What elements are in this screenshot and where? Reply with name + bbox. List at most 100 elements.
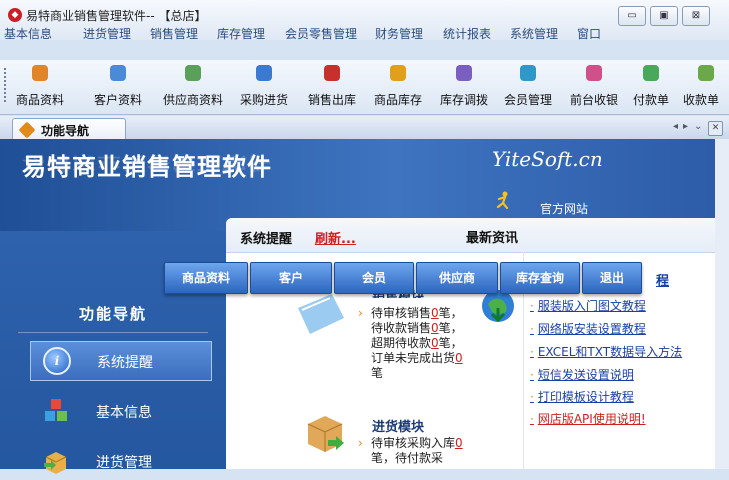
quick-button-bar: 商品资料 客户 会员 供应商 库存查询 退出 — [164, 262, 642, 294]
sales-pending-receipt-count[interactable]: 0 — [431, 321, 439, 335]
receipt-icon — [698, 65, 714, 81]
cashier-icon — [586, 65, 602, 81]
toolbar-receipt[interactable]: 收款单 — [683, 60, 729, 114]
toolbar-label: 收款单 — [683, 93, 720, 107]
goods-icon — [32, 65, 48, 81]
tab-scroll-left-icon[interactable]: ◂ — [673, 121, 678, 132]
purchase-icon — [256, 65, 272, 81]
toolbar-inventory[interactable]: 商品库存 — [368, 60, 428, 114]
sales-out-icon — [324, 65, 340, 81]
toolbar-customers[interactable]: 客户资料 — [88, 60, 148, 114]
tab-label: 功能导航 — [41, 124, 90, 138]
news-item[interactable]: · 网络版安装设置教程 — [530, 320, 646, 337]
sidebar-item-basic-info[interactable]: 基本信息 — [30, 392, 210, 430]
toolbar-member[interactable]: 会员管理 — [498, 60, 558, 114]
nav-tab-icon — [18, 121, 36, 139]
quick-goods-button[interactable]: 商品资料 — [164, 262, 248, 294]
tab-close-icon[interactable]: ✕ — [708, 121, 723, 136]
news-item-text: 打印模板设计教程 — [537, 390, 634, 404]
info-icon: i — [43, 347, 71, 375]
toolbar-transfer[interactable]: 库存调拨 — [434, 60, 494, 114]
news-item-text: EXCEL和TXT数据导入方法 — [537, 345, 683, 359]
tab-list-icon[interactable]: ⌄ — [694, 121, 702, 132]
supplier-icon — [185, 65, 201, 81]
transfer-icon — [456, 65, 472, 81]
menu-finance[interactable]: 财务管理 — [375, 25, 423, 42]
purchase-pending-audit-count[interactable]: 0 — [455, 436, 463, 450]
purchase-box-icon — [44, 452, 67, 474]
menu-purchase[interactable]: 进货管理 — [83, 25, 131, 42]
sales-unit-label: 笔 — [371, 366, 384, 380]
toolbar-label: 采购进货 — [239, 93, 288, 107]
inventory-icon — [390, 65, 406, 81]
customers-icon — [110, 65, 126, 81]
toolbar-label: 商品库存 — [373, 93, 422, 107]
toolbar-label: 前台收银 — [569, 93, 618, 107]
quick-supplier-button[interactable]: 供应商 — [416, 262, 498, 294]
tab-scroll-right-icon[interactable]: ▸ — [683, 121, 688, 132]
menu-window[interactable]: 窗口 — [577, 25, 601, 42]
quick-customer-button[interactable]: 客户 — [250, 262, 332, 294]
news-item[interactable]: · 服装版入门图文教程 — [530, 297, 646, 314]
toolbar-goods[interactable]: 商品资料 — [10, 60, 70, 114]
toolbar-label: 客户资料 — [93, 93, 142, 107]
news-item-text: 短信发送设置说明 — [537, 368, 634, 382]
toolbar-sales-out[interactable]: 销售出库 — [302, 60, 362, 114]
menu-system[interactable]: 系统管理 — [510, 25, 558, 42]
toolbar-purchase[interactable]: 采购进货 — [234, 60, 294, 114]
sales-module-text: 待审核销售0笔，待收款销售0笔，超期待收款0笔，订单未完成出货0笔 — [371, 306, 471, 381]
toolbar-label: 销售出库 — [307, 93, 356, 107]
site-runner-icon — [496, 191, 509, 209]
toolbar-supplier[interactable]: 供应商资料 — [156, 60, 230, 114]
purchase-module-text: 待审核采购入库0 笔，待付款采 — [371, 436, 471, 466]
sales-module-icon — [298, 294, 344, 334]
quick-member-button[interactable]: 会员 — [334, 262, 414, 294]
sales-pending-audit-label: 待审核销售 — [371, 306, 432, 320]
menu-member-retail[interactable]: 会员零售管理 — [285, 25, 357, 42]
sales-pending-audit-count[interactable]: 0 — [431, 306, 439, 320]
purchase-module-icon — [307, 416, 344, 452]
news-item[interactable]: · 网店版API使用说明! — [530, 410, 646, 427]
toolbar-label: 库存调拨 — [439, 93, 488, 107]
news-item[interactable]: · 短信发送设置说明 — [530, 366, 634, 383]
sidebar-item-label: 进货管理 — [96, 455, 152, 471]
news-item[interactable]: · 打印模板设计教程 — [530, 388, 634, 405]
news-heading: 最新资讯 — [466, 231, 519, 246]
toolbar-cashier[interactable]: 前台收银 — [564, 60, 624, 114]
quick-exit-button[interactable]: 退出 — [582, 262, 642, 294]
menu-reports[interactable]: 统计报表 — [443, 25, 491, 42]
reminder-heading: 系统提醒 — [240, 232, 293, 247]
toolbar-label: 供应商资料 — [162, 93, 223, 107]
purchase-pending-audit-label: 待审核采购入库 — [371, 436, 456, 450]
purchase-module-title: 进货模块 — [372, 420, 425, 435]
refresh-link[interactable]: 刷新... — [315, 228, 356, 247]
toolbar-label: 会员管理 — [503, 93, 552, 107]
sidebar-item-label: 系统提醒 — [97, 355, 153, 371]
scroll-gutter — [715, 139, 729, 469]
quick-stock-query-button[interactable]: 库存查询 — [500, 262, 580, 294]
sidebar-item-label: 基本信息 — [96, 405, 152, 421]
menu-basic-info[interactable]: 基本信息 — [4, 25, 52, 42]
news-item-text: 网络版安装设置教程 — [537, 322, 646, 336]
sidebar-item-purchase[interactable]: 进货管理 — [30, 442, 210, 480]
news-item[interactable]: · EXCEL和TXT数据导入方法 — [530, 343, 682, 360]
sales-overdue-count[interactable]: 0 — [431, 336, 439, 350]
toolbar-grip[interactable] — [4, 68, 8, 102]
news-item-text: 服装版入门图文教程 — [537, 299, 646, 313]
news-item-partial[interactable]: 程 — [656, 270, 669, 289]
sidebar-item-reminder[interactable]: i 系统提醒 — [30, 341, 212, 381]
sidebar-title: 功能导航 — [78, 305, 147, 323]
member-icon — [520, 65, 536, 81]
menu-inventory[interactable]: 库存管理 — [217, 25, 265, 42]
sales-unshipped-count[interactable]: 0 — [455, 351, 463, 365]
toolbar-label: 付款单 — [632, 93, 669, 107]
news-item-text: 网店版API使用说明! — [537, 412, 646, 426]
toolbar-payment[interactable]: 付款单 — [628, 60, 674, 114]
menu-sales[interactable]: 销售管理 — [150, 25, 198, 42]
tab-function-nav[interactable]: 功能导航 — [12, 118, 126, 141]
purchase-pending-payment-label: 笔，待付款采 — [371, 451, 444, 465]
official-site-link[interactable]: 官方网站 — [540, 200, 588, 217]
payment-icon — [643, 65, 659, 81]
app-logo-icon: ◆ — [8, 8, 22, 22]
cubes-icon — [45, 399, 67, 421]
